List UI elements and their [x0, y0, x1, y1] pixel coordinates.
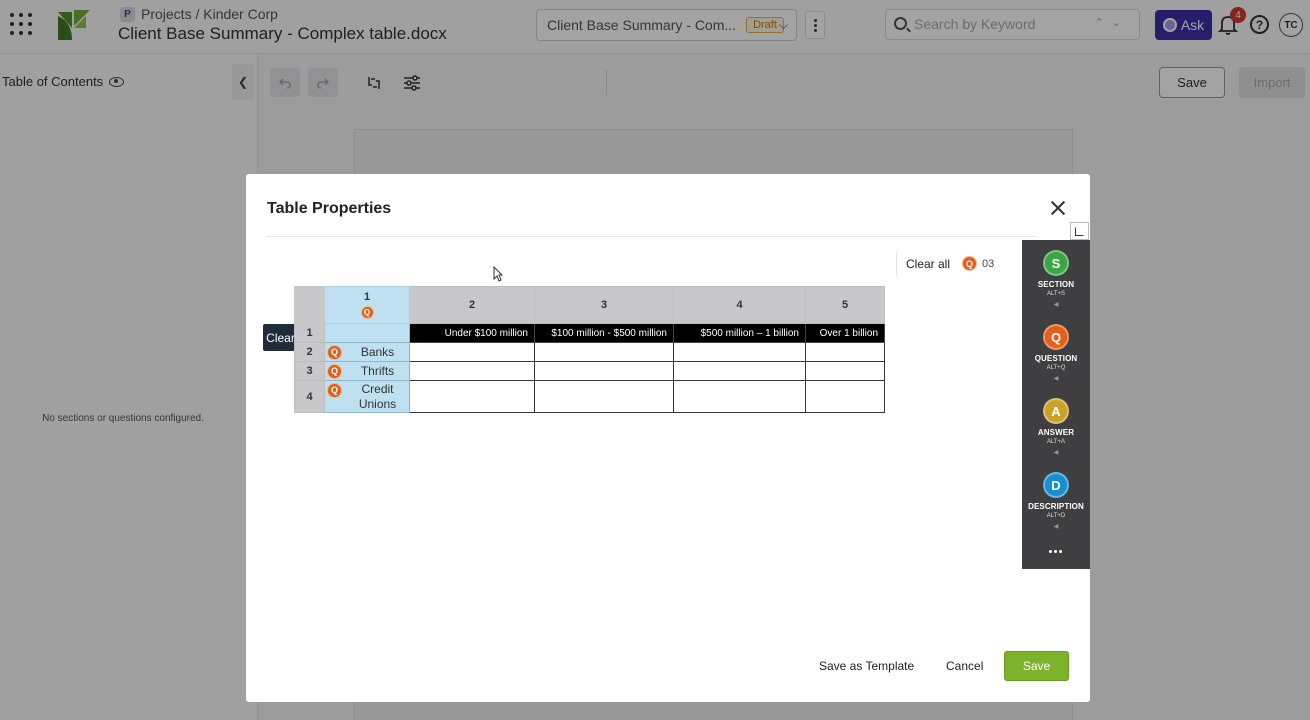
answer-icon: A: [1043, 398, 1069, 424]
clear-divider: [896, 252, 897, 276]
row-label: Thrifts: [360, 364, 395, 378]
more-tools-icon[interactable]: [1049, 550, 1062, 553]
header-cell[interactable]: $500 million – 1 billion: [673, 323, 806, 343]
table-cell[interactable]: [534, 380, 674, 413]
pop-out-icon[interactable]: [1070, 222, 1089, 240]
table-cell[interactable]: [324, 323, 410, 343]
row-label-cell[interactable]: Q Credit Unions: [324, 380, 410, 413]
tool-name: DESCRIPTION: [1028, 502, 1084, 511]
column-header-3[interactable]: 3: [534, 286, 674, 324]
row-label: Credit Unions: [358, 381, 397, 411]
table-cell[interactable]: [673, 361, 806, 381]
tool-name: ANSWER: [1037, 428, 1075, 437]
table-cell[interactable]: [673, 380, 806, 413]
row-header-4[interactable]: 4: [294, 380, 325, 413]
dialog-title: Table Properties: [267, 200, 392, 217]
column-header-2[interactable]: 2: [409, 286, 535, 324]
table-cell[interactable]: [409, 361, 535, 381]
header-cell[interactable]: Over 1 billion: [805, 323, 885, 343]
tool-name: QUESTION: [1034, 354, 1078, 363]
row-header-1[interactable]: 1: [294, 323, 325, 343]
tag-tool-strip: S SECTION ALT+S ◀ Q QUESTION ALT+Q ◀ A A…: [1022, 240, 1090, 569]
row-header-3[interactable]: 3: [294, 361, 325, 381]
question-icon: Q: [360, 306, 374, 319]
expand-caret-icon[interactable]: ◀: [1022, 301, 1090, 308]
save-button[interactable]: Save: [1004, 651, 1069, 681]
table-cell[interactable]: [805, 380, 885, 413]
description-tool[interactable]: D DESCRIPTION ALT+D ◀: [1022, 472, 1090, 530]
row-label-cell[interactable]: Q Banks: [324, 342, 410, 362]
tool-shortcut: ALT+A: [1046, 439, 1066, 445]
description-icon: D: [1043, 472, 1069, 498]
table-properties-dialog: Table Properties Clear all Q 03 Clear 1 …: [246, 174, 1090, 702]
answer-tool[interactable]: A ANSWER ALT+A ◀: [1022, 398, 1090, 456]
tool-name: SECTION: [1037, 280, 1075, 289]
clear-row-button[interactable]: Clear: [263, 324, 298, 351]
column-header-1[interactable]: 1 Q: [324, 286, 410, 324]
header-cell[interactable]: $100 million - $500 million: [534, 323, 674, 343]
save-as-template-button[interactable]: Save as Template: [819, 659, 914, 673]
table-cell[interactable]: [534, 342, 674, 362]
question-icon: Q: [327, 344, 342, 360]
column-header-4[interactable]: 4: [673, 286, 806, 324]
cancel-button[interactable]: Cancel: [946, 659, 983, 673]
row-label: Banks: [360, 345, 395, 359]
close-icon[interactable]: [1049, 199, 1067, 217]
question-count: Q 03: [962, 256, 994, 271]
column-number: 1: [363, 291, 371, 303]
tool-shortcut: ALT+S: [1046, 291, 1066, 297]
table-cell[interactable]: [805, 361, 885, 381]
header-cell[interactable]: Under $100 million: [409, 323, 535, 343]
table-cell[interactable]: [805, 342, 885, 362]
question-icon: Q: [327, 382, 342, 398]
tool-shortcut: ALT+Q: [1046, 365, 1066, 371]
table-cell[interactable]: [409, 380, 535, 413]
table-corner: [294, 286, 325, 324]
tool-shortcut: ALT+D: [1046, 513, 1066, 519]
row-header-2[interactable]: 2: [294, 342, 325, 362]
question-tool[interactable]: Q QUESTION ALT+Q ◀: [1022, 324, 1090, 382]
expand-caret-icon[interactable]: ◀: [1022, 523, 1090, 530]
expand-caret-icon[interactable]: ◀: [1022, 449, 1090, 456]
table-cell[interactable]: [673, 342, 806, 362]
expand-caret-icon[interactable]: ◀: [1022, 375, 1090, 382]
question-icon: Q: [1043, 324, 1069, 350]
question-icon: Q: [962, 256, 977, 271]
clear-all-button[interactable]: Clear all: [906, 257, 950, 271]
dialog-divider: [266, 236, 1036, 237]
table-cell[interactable]: [409, 342, 535, 362]
section-tool[interactable]: S SECTION ALT+S ◀: [1022, 250, 1090, 308]
question-count-value: 03: [982, 257, 995, 270]
row-label-cell[interactable]: Q Thrifts: [324, 361, 410, 381]
question-icon: Q: [327, 363, 342, 379]
column-header-5[interactable]: 5: [805, 286, 885, 324]
mouse-cursor-icon: [493, 266, 503, 282]
section-icon: S: [1043, 250, 1069, 276]
table-grid: 1 Q 2 3 4 5 1 Under $100 million $100 mi…: [294, 286, 885, 413]
table-cell[interactable]: [534, 361, 674, 381]
